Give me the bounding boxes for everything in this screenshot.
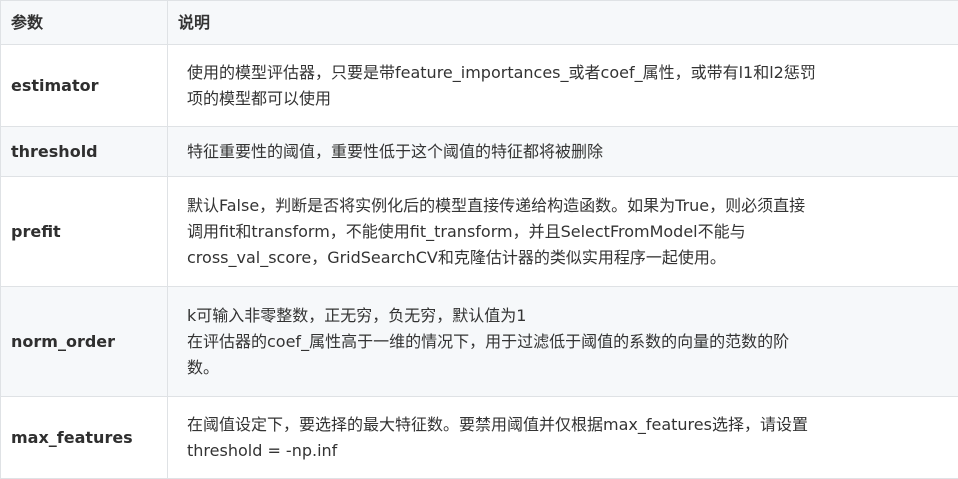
param-description: 默认False，判断是否将实例化后的模型直接传递给构造函数。如果为True，则必… — [168, 177, 958, 287]
param-name: max_features — [1, 397, 168, 479]
description-line: cross_val_score，GridSearchCV和克隆估计器的类似实用程… — [187, 245, 946, 271]
param-description: 特征重要性的阈值，重要性低于这个阈值的特征都将被删除 — [168, 127, 958, 177]
param-description: 使用的模型评估器，只要是带feature_importances_或者coef_… — [168, 45, 958, 127]
description-line: 特征重要性的阈值，重要性低于这个阈值的特征都将被删除 — [187, 139, 946, 165]
description-line: 在评估器的coef_属性高于一维的情况下，用于过滤低于阈值的系数的向量的范数的阶 — [187, 329, 946, 355]
table-row: norm_order k可输入非零整数，正无穷，负无穷，默认值为1 在评估器的c… — [1, 287, 958, 397]
description-line: threshold = -np.inf — [187, 438, 946, 464]
description-line: 使用的模型评估器，只要是带feature_importances_或者coef_… — [187, 60, 946, 86]
table-header-row: 参数 说明 — [1, 1, 958, 45]
description-line: 数。 — [187, 355, 946, 381]
table-row: threshold 特征重要性的阈值，重要性低于这个阈值的特征都将被删除 — [1, 127, 958, 177]
param-name: norm_order — [1, 287, 168, 397]
description-line: 在阈值设定下，要选择的最大特征数。要禁用阈值并仅根据max_features选择… — [187, 412, 946, 438]
param-name: threshold — [1, 127, 168, 177]
param-name: estimator — [1, 45, 168, 127]
header-param: 参数 — [1, 1, 168, 45]
description-line: k可输入非零整数，正无穷，负无穷，默认值为1 — [187, 303, 946, 329]
description-line: 项的模型都可以使用 — [187, 86, 946, 112]
table-row: estimator 使用的模型评估器，只要是带feature_importanc… — [1, 45, 958, 127]
param-name: prefit — [1, 177, 168, 287]
table-row: prefit 默认False，判断是否将实例化后的模型直接传递给构造函数。如果为… — [1, 177, 958, 287]
description-line: 调用fit和transform，不能使用fit_transform，并且Sele… — [187, 219, 946, 245]
table-row: max_features 在阈值设定下，要选择的最大特征数。要禁用阈值并仅根据m… — [1, 397, 958, 479]
header-description: 说明 — [168, 1, 958, 45]
parameter-table: 参数 说明 estimator 使用的模型评估器，只要是带feature_imp… — [0, 0, 958, 479]
param-description: 在阈值设定下，要选择的最大特征数。要禁用阈值并仅根据max_features选择… — [168, 397, 958, 479]
param-description: k可输入非零整数，正无穷，负无穷，默认值为1 在评估器的coef_属性高于一维的… — [168, 287, 958, 397]
description-line: 默认False，判断是否将实例化后的模型直接传递给构造函数。如果为True，则必… — [187, 193, 946, 219]
